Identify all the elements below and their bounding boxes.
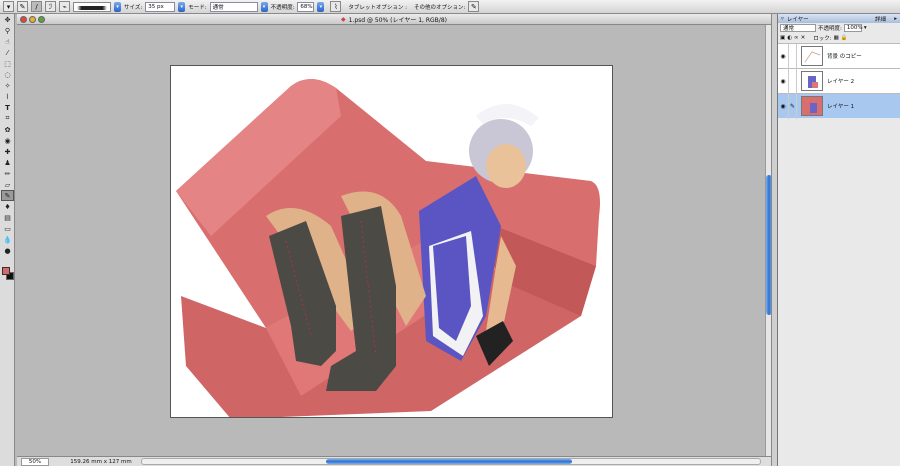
layers-tab[interactable]: レイヤー [787,15,809,23]
zoom-icon[interactable]: ⚲ [1,25,14,36]
zoom-window-icon[interactable] [38,16,45,23]
paint-bucket-icon[interactable]: ♦ [1,201,14,212]
layers-panel: ▿ レイヤー 詳細 ▸ 通常 不透明度: 100% ▾ ▣ ◐ ∞ ✕ ロック:… [777,14,900,466]
pencil-icon[interactable]: ✏ [1,168,14,179]
mode-select[interactable]: 通常 [209,1,258,12]
tablet-options-label[interactable]: タブレットオプション : [348,3,407,11]
layer-thumbnail [801,96,823,116]
size-field[interactable]: 35 px [145,1,176,12]
eyedropper-icon[interactable]: ⁄ [1,47,14,58]
layer-blend-row: 通常 不透明度: 100% ▾ [778,23,900,33]
new-layer-icon[interactable]: ▣ [780,35,785,41]
magic-wand-icon[interactable]: ✧ [1,80,14,91]
psd-file-icon: ◆ [341,15,346,23]
clone-stamp-icon[interactable]: ♟ [1,157,14,168]
options-bar: ▾ ✎ / ℐ ⌁ ▾ サイズ: 35 px ▾ モード: 通常 ▾ 不透明度:… [0,0,900,14]
mode-dropdown[interactable]: ▾ [260,1,268,12]
opacity-field[interactable]: 68% [297,1,315,12]
airbrush-toggle-icon[interactable]: ⌇ [330,1,342,12]
layer-thumbnail [801,71,823,91]
opacity-dropdown-icon[interactable]: ▾ [864,25,867,31]
document-size: 159.26 mm x 127 mm [70,458,132,465]
tool-preset-icon[interactable]: ▾ [3,1,14,12]
size-label: サイズ: [124,4,143,11]
type-icon[interactable]: T [1,102,14,113]
minimize-window-icon[interactable] [29,16,36,23]
panel-collapse-icon[interactable]: ▿ [781,16,784,22]
layer-row[interactable]: ◉ 背景 のコピー [778,43,900,69]
toolbox: ✥ ⚲ ☝ ⁄ ⬚ ◌ ✧ ⌇ T ⌗ ✿ ◉ ✚ ♟ ✏ ▱ ✎ ♦ ▤ ▭ … [0,14,15,466]
close-window-icon[interactable] [20,16,27,23]
eye-icon[interactable]: ◉ [778,103,788,110]
document-title-bar: ◆ 1.psd @ 50% (レイヤー 1, RGB/8) [17,14,771,25]
gradient-icon[interactable]: ▤ [1,212,14,223]
foreground-color-swatch[interactable] [2,267,10,275]
layer-link-slot[interactable] [788,68,797,94]
opacity-dropdown[interactable]: ▾ [317,1,325,12]
zoom-field[interactable]: 50% [21,457,49,466]
move-icon[interactable]: ✥ [1,14,14,25]
eye-icon[interactable]: ◉ [778,53,788,60]
layer-opacity-field[interactable]: 100% [843,24,863,32]
layer-name: 背景 のコピー [827,54,862,60]
airbrush-icon[interactable]: ⌁ [59,1,70,12]
quick-select-icon[interactable]: ⌇ [1,91,14,102]
delete-layer-icon[interactable]: ✕ [801,35,806,41]
lock-label: ロック: [813,36,832,42]
other-options-label: その他のオプション: [414,4,466,11]
artwork [176,78,600,417]
more-button[interactable]: 詳細 [875,15,886,23]
status-bar: 50% 159.26 mm x 127 mm [17,456,771,466]
layer-opacity-label: 不透明度: [818,26,842,32]
document-window: ◆ 1.psd @ 50% (レイヤー 1, RGB/8) 50% 159.26… [17,14,772,466]
lasso-icon[interactable]: ◌ [1,69,14,80]
shape-icon[interactable]: ▭ [1,223,14,234]
layer-row[interactable]: ◉ レイヤー 2 [778,68,900,94]
link-layers-icon[interactable]: ∞ [794,35,799,41]
layer-row[interactable]: ◉ ✎ レイヤー 1 [778,93,900,119]
layer-name: レイヤー 1 [827,104,855,110]
opacity-label: 不透明度: [270,4,295,11]
pencil-mode-icon[interactable]: ℐ [45,1,56,12]
brush-tool-icon[interactable]: ✎ [1,190,14,201]
blur-icon[interactable]: 💧 [1,234,14,245]
brush-icon[interactable]: ✎ [17,1,28,12]
horizontal-scroll-thumb[interactable] [326,459,572,464]
panel-menu-icon[interactable]: ▸ [894,16,897,22]
mode-label: モード: [188,4,207,11]
image-canvas[interactable] [170,65,613,418]
brush-mode-icon[interactable]: / [31,1,42,12]
layers-panel-header[interactable]: ▿ レイヤー 詳細 ▸ [778,14,900,23]
brush-preset-picker[interactable] [73,1,111,12]
brush-preset-dropdown[interactable]: ▾ [114,1,121,12]
adjustment-layer-icon[interactable]: ◐ [787,35,792,41]
crop-icon[interactable]: ⌗ [1,113,14,124]
healing-icon[interactable]: ✚ [1,146,14,157]
horizontal-scrollbar[interactable] [141,458,761,465]
brush-layer-indicator-icon: ✎ [788,93,797,119]
size-dropdown[interactable]: ▾ [178,1,186,12]
hand-icon[interactable]: ☝ [1,36,14,47]
sponge-icon[interactable]: ● [1,245,14,256]
marquee-icon[interactable]: ⬚ [1,58,14,69]
document-title: 1.psd @ 50% (レイヤー 1, RGB/8) [348,16,447,24]
layer-link-slot[interactable] [788,43,797,69]
blend-mode-select[interactable]: 通常 [780,24,816,32]
layer-thumbnail [801,46,823,66]
cookie-cutter-icon[interactable]: ✿ [1,124,14,135]
layer-lock-row: ▣ ◐ ∞ ✕ ロック: ▦ 🔒 [778,33,900,43]
other-options-icon[interactable]: ✎ [468,1,480,12]
lock-transparency-icon[interactable]: ▦ [834,35,839,41]
eraser-icon[interactable]: ▱ [1,179,14,190]
eye-icon[interactable]: ◉ [778,78,788,85]
lock-all-icon[interactable]: 🔒 [841,35,848,41]
red-eye-icon[interactable]: ◉ [1,135,14,146]
layer-name: レイヤー 2 [827,79,855,85]
